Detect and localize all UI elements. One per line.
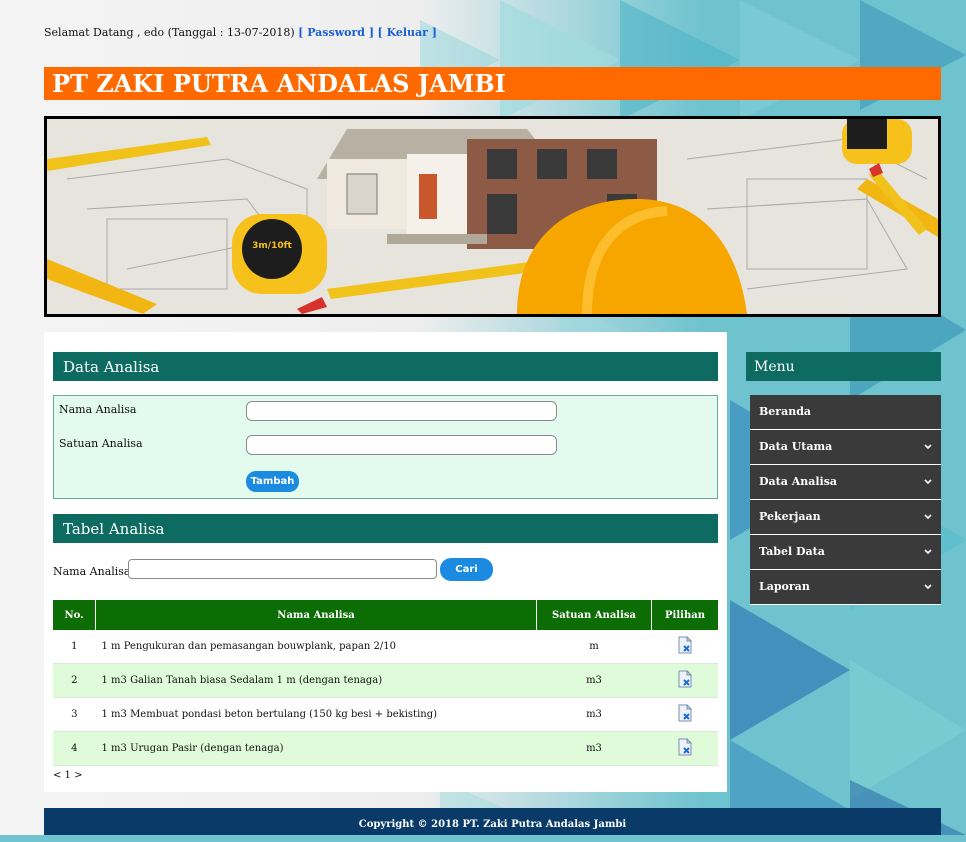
cari-button[interactable]: Cari — [440, 558, 493, 581]
search-input[interactable] — [128, 559, 437, 579]
footer: Copyright © 2018 PT. Zaki Putra Andalas … — [44, 808, 941, 835]
cell-pilihan — [651, 630, 718, 664]
cell-nama-analisa: 1 m Pengukuran dan pemasangan bouwplank,… — [95, 630, 537, 664]
menu-item-laporan[interactable]: Laporan — [750, 570, 941, 605]
nama-analisa-input[interactable] — [246, 401, 557, 421]
cell-satuan-analisa: m3 — [536, 731, 652, 766]
pagination[interactable]: < 1 > — [53, 770, 82, 781]
satuan-analisa-input[interactable] — [246, 435, 557, 455]
tabel-analisa-title: Tabel Analisa — [53, 514, 718, 543]
chevron-down-icon — [924, 570, 932, 604]
password-link[interactable]: [ Password ] — [298, 26, 374, 39]
delete-icon[interactable] — [678, 669, 692, 688]
cell-pilihan — [651, 731, 718, 766]
cell-nama-analisa: 1 m3 Urugan Pasir (dengan tenaga) — [95, 731, 537, 766]
menu-item-label: Data Analisa — [759, 475, 838, 488]
table-row: 11 m Pengukuran dan pemasangan bouwplank… — [53, 630, 718, 664]
cell-nama-analisa: 1 m3 Membuat pondasi beton bertulang (15… — [95, 697, 537, 732]
welcome-text: Selamat Datang , edo (Tanggal : 13-07-20… — [44, 26, 295, 39]
column-header-pilihan: Pilihan — [651, 600, 718, 630]
delete-icon[interactable] — [678, 737, 692, 756]
data-analisa-title: Data Analisa — [53, 352, 718, 381]
column-header-no: No. — [53, 600, 96, 630]
table-row: 41 m3 Urugan Pasir (dengan tenaga) m3 — [53, 731, 718, 766]
menu-item-tabel-data[interactable]: Tabel Data — [750, 535, 941, 570]
cell-no: 3 — [53, 697, 96, 732]
menu-item-label: Tabel Data — [759, 545, 825, 558]
column-header-nama: Nama Analisa — [95, 600, 537, 630]
cell-satuan-analisa: m — [536, 630, 652, 664]
cell-satuan-analisa: m3 — [536, 697, 652, 732]
analisa-table: No. Nama Analisa Satuan Analisa Pilihan … — [53, 600, 718, 766]
table-row: 31 m3 Membuat pondasi beton bertulang (1… — [53, 697, 718, 732]
menu-item-label: Laporan — [759, 580, 810, 593]
logout-link[interactable]: [ Keluar ] — [378, 26, 438, 39]
menu-item-data-analisa[interactable]: Data Analisa — [750, 465, 941, 500]
menu-item-label: Data Utama — [759, 440, 833, 453]
menu-item-label: Pekerjaan — [759, 510, 821, 523]
cell-no: 4 — [53, 731, 96, 766]
header-banner: 3m/10ft — [44, 116, 941, 317]
brand-title: PT ZAKI PUTRA ANDALAS JAMBI — [44, 67, 941, 100]
nama-analisa-label: Nama Analisa — [59, 403, 137, 416]
tambah-button[interactable]: Tambah — [246, 471, 299, 492]
cell-pilihan — [651, 663, 718, 698]
column-header-satuan: Satuan Analisa — [536, 600, 652, 630]
sidebar-menu: Beranda Data Utama Data Analisa Pekerjaan Ta… — [750, 395, 941, 605]
menu-title: Menu — [746, 352, 941, 381]
table-row: 21 m3 Galian Tanah biasa Sedalam 1 m (de… — [53, 663, 718, 698]
cell-no: 1 — [53, 630, 96, 664]
table-header-row: No. Nama Analisa Satuan Analisa Pilihan — [53, 600, 718, 630]
cell-no: 2 — [53, 663, 96, 698]
cell-satuan-analisa: m3 — [536, 663, 652, 698]
menu-item-data-utama[interactable]: Data Utama — [750, 430, 941, 465]
chevron-down-icon — [924, 465, 932, 499]
chevron-down-icon — [924, 500, 932, 534]
delete-icon[interactable] — [678, 635, 692, 654]
chevron-down-icon — [924, 535, 932, 569]
menu-item-beranda[interactable]: Beranda — [750, 395, 941, 430]
construction-banner-image: 3m/10ft — [47, 119, 938, 314]
satuan-analisa-label: Satuan Analisa — [59, 437, 143, 450]
cell-pilihan — [651, 697, 718, 732]
cell-nama-analisa: 1 m3 Galian Tanah biasa Sedalam 1 m (den… — [95, 663, 537, 698]
search-label: Nama Analisa : — [53, 565, 138, 578]
menu-item-label: Beranda — [759, 405, 812, 418]
delete-icon[interactable] — [678, 703, 692, 722]
tape-label: 3m/10ft — [252, 241, 292, 251]
menu-item-pekerjaan[interactable]: Pekerjaan — [750, 500, 941, 535]
chevron-down-icon — [924, 430, 932, 464]
welcome-bar: Selamat Datang , edo (Tanggal : 13-07-20… — [44, 26, 437, 39]
